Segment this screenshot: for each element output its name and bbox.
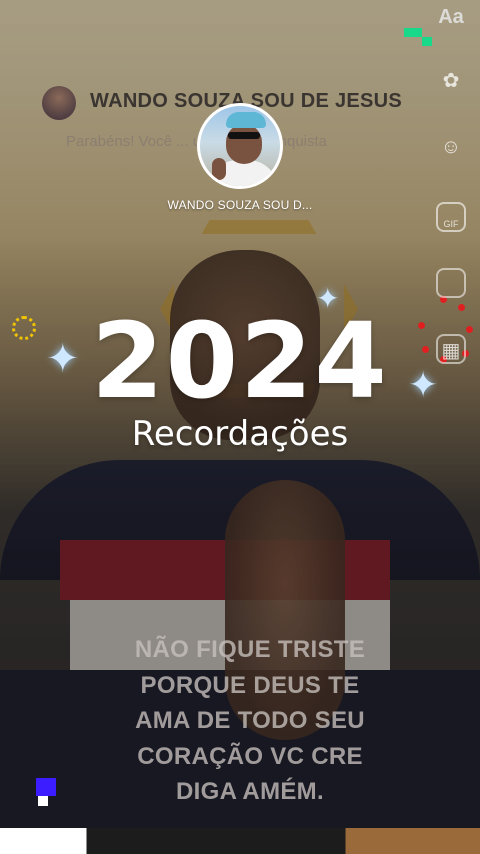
confetti-dot bbox=[418, 322, 425, 329]
story-caption: NÃO FIQUE TRISTE PORQUE DEUS TE AMA DE T… bbox=[90, 632, 410, 810]
sparkle-icon: ✦ bbox=[46, 337, 80, 381]
sticker-icon: ✿ bbox=[442, 70, 460, 92]
bottom-strip bbox=[0, 828, 480, 854]
pixel-decoration bbox=[422, 37, 432, 46]
text-icon: Aa bbox=[438, 6, 464, 28]
profile-name[interactable]: WANDO SOUZA SOU D... bbox=[0, 198, 480, 212]
caption-line: CORAÇÃO VC CRE bbox=[137, 742, 363, 770]
card-avatar bbox=[42, 86, 76, 120]
caption-line: AMA DE TODO SEU bbox=[135, 707, 365, 734]
gif-button[interactable]: GIF bbox=[436, 202, 466, 232]
caption-line: DIGA AMÉM. bbox=[176, 778, 324, 805]
pixel-decoration bbox=[404, 28, 422, 37]
text-tool-button[interactable]: Aa bbox=[436, 2, 466, 32]
collage-icon: ▦ bbox=[441, 340, 461, 362]
avatar[interactable] bbox=[197, 103, 283, 189]
pixel-decoration bbox=[36, 778, 56, 796]
sparkle-icon: ✦ bbox=[316, 283, 340, 314]
sun-icon bbox=[12, 316, 36, 340]
gif-icon: GIF bbox=[443, 219, 459, 229]
confetti-dot bbox=[422, 346, 429, 353]
pixel-decoration bbox=[38, 796, 48, 806]
emoji-button[interactable]: ☺ bbox=[436, 132, 466, 162]
memory-title: Recordações bbox=[131, 414, 349, 454]
emoji-icon: ☺ bbox=[440, 136, 462, 158]
sparkle-icon: ✦ bbox=[408, 364, 439, 405]
layers-button[interactable] bbox=[436, 268, 466, 298]
caption-line: NÃO FIQUE TRISTE bbox=[134, 636, 366, 663]
sticker-button[interactable]: ✿ bbox=[436, 66, 466, 96]
confetti-dot bbox=[458, 304, 465, 311]
confetti-dot bbox=[466, 326, 473, 333]
collage-button[interactable]: ▦ bbox=[436, 334, 466, 364]
caption-line: PORQUE DEUS TE bbox=[140, 671, 360, 699]
